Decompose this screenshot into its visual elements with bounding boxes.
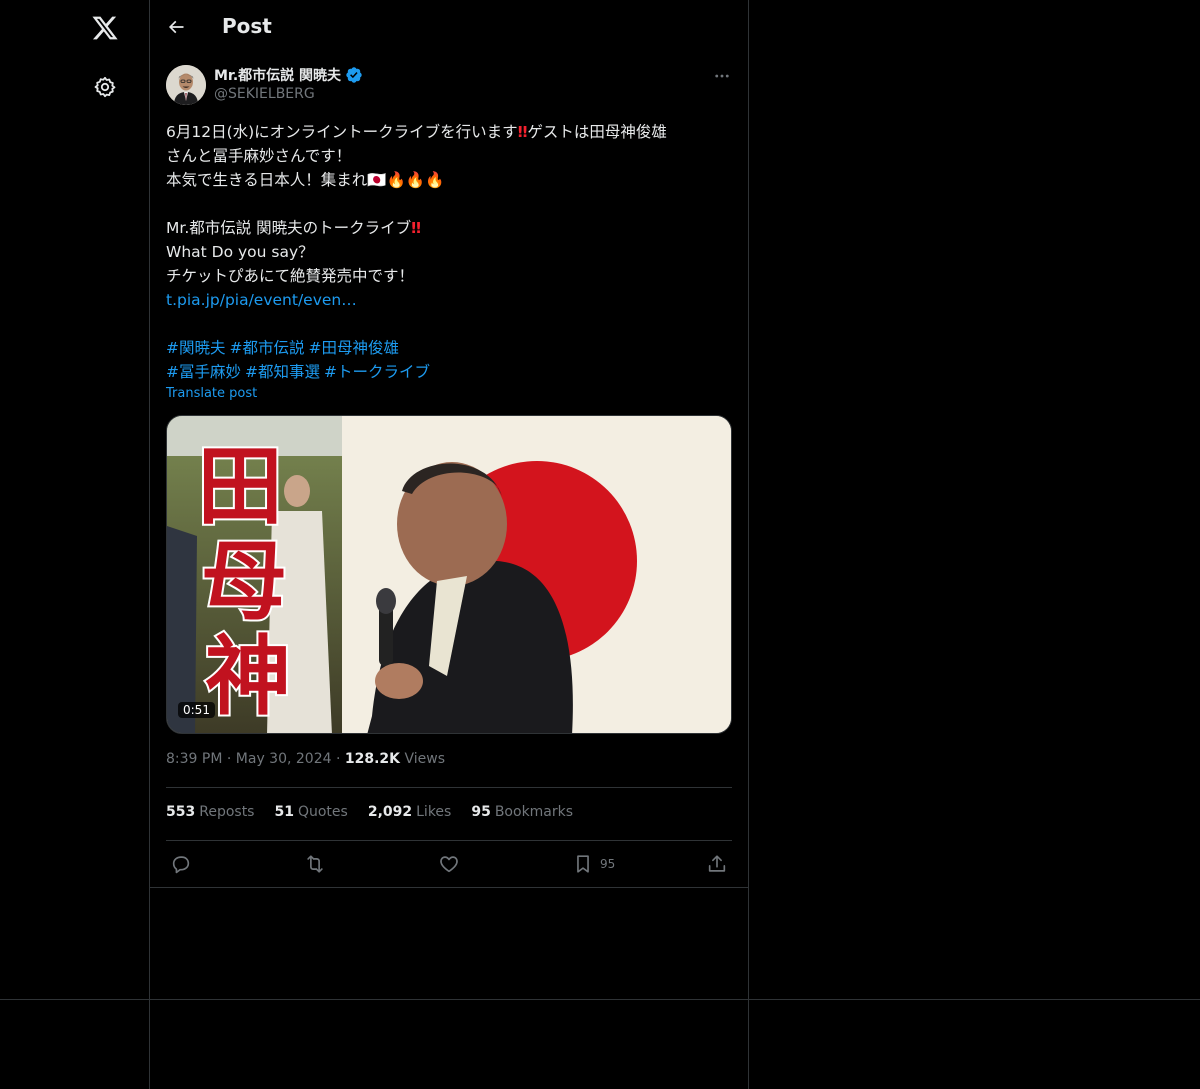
post-text-line: What Do you say？ (166, 243, 314, 261)
overlay-char: 田 (197, 436, 283, 537)
share-button[interactable] (706, 850, 728, 878)
x-logo-icon[interactable] (82, 5, 128, 51)
bookmarks-label: Bookmarks (494, 804, 574, 820)
author-name-row[interactable]: Mr.都市伝説 関暁夫 (214, 65, 363, 85)
page-header: Post (150, 0, 749, 54)
author-display-name[interactable]: Mr.都市伝説 関暁夫 (214, 65, 341, 85)
repost-icon (307, 855, 323, 873)
back-button[interactable] (158, 9, 194, 45)
post-text-segment: ゲストは田母神俊雄 (527, 123, 667, 141)
likes-count: 2,092 (367, 804, 413, 820)
left-nav (0, 0, 150, 1089)
post-text-segment: 本気で生きる日本人！集まれ (166, 171, 368, 189)
reply-button[interactable] (170, 850, 192, 878)
video-duration-badge: 0:51 (178, 702, 215, 718)
post-text-line: 本気で生きる日本人！集まれ🇯🇵🔥🔥🔥 (166, 168, 736, 192)
flag-fire-emoji: 🇯🇵🔥🔥🔥 (367, 171, 445, 189)
heart-icon (440, 856, 458, 873)
page-divider (0, 999, 1200, 1000)
post-bottom-border (150, 887, 749, 888)
gear-icon[interactable] (82, 64, 128, 110)
bookmarks-stat[interactable]: 95 Bookmarks (471, 804, 573, 820)
share-icon (708, 855, 726, 872)
page-title: Post (222, 14, 272, 38)
hashtag-row: #関暁夫 #都市伝説 #田母神俊雄 (166, 336, 736, 360)
ticket-link[interactable]: t.pia.jp/pia/event/even… (166, 288, 736, 312)
action-bar: 95 (150, 850, 749, 888)
translate-post-link[interactable]: Translate post (166, 386, 257, 401)
video-player[interactable]: 田 母 神 0:51 (166, 415, 732, 734)
quotes-stat[interactable]: 51 Quotes (274, 804, 347, 820)
reposts-stat[interactable]: 553 Reposts (166, 804, 254, 820)
post-text-line: Mr.都市伝説 関暁夫のトークライブ‼ (166, 216, 736, 240)
bookmark-button[interactable]: 95 (572, 850, 615, 878)
likes-label: Likes (416, 804, 452, 820)
overlay-char: 母 (201, 531, 287, 632)
repost-button[interactable] (304, 850, 326, 878)
quotes-label: Quotes (297, 804, 348, 820)
post-time[interactable]: 8:39 PM (166, 751, 222, 767)
arrow-left-icon (168, 20, 184, 34)
more-options-button[interactable] (708, 64, 736, 88)
hashtag-link[interactable]: #トークライブ (324, 363, 430, 381)
post-text-spacer (166, 192, 736, 216)
hashtag-row: #冨手麻妙 #都知事選 #トークライブ (166, 360, 736, 384)
hashtag-link[interactable]: #田母神俊雄 (309, 339, 400, 357)
bookmark-count: 95 (600, 857, 616, 871)
overlay-char: 神 (205, 626, 291, 727)
reposts-label: Reposts (199, 804, 255, 820)
post-text-line: 6月12日(水)にオンライントークライブを行います‼ゲストは田母神俊雄 (166, 120, 736, 144)
hashtag-link[interactable]: #冨手麻妙 (166, 363, 241, 381)
hashtag-link[interactable]: #都市伝説 (230, 339, 305, 357)
post-date[interactable]: May 30, 2024 (236, 751, 332, 767)
post-text-segment: Mr.都市伝説 関暁夫のトークライブ (166, 219, 412, 237)
avatar[interactable] (166, 65, 206, 105)
divider (166, 787, 732, 788)
meta-separator: · (226, 751, 236, 767)
hashtag-link[interactable]: #関暁夫 (166, 339, 226, 357)
double-exclamation-icon: ‼ (411, 219, 421, 237)
app-root: Post Mr.都市伝説 関暁夫 @SEKIELBERG 6月12日(水)にオン… (0, 0, 1200, 1089)
main-column: Post Mr.都市伝説 関暁夫 @SEKIELBERG 6月12日(水)にオン… (150, 0, 749, 1089)
double-exclamation-icon: ‼ (517, 123, 528, 141)
video-thumbnail: 田 母 神 (167, 416, 731, 733)
hashtag-link[interactable]: #都知事選 (245, 363, 320, 381)
reply-icon (172, 856, 190, 874)
meta-separator: · (335, 751, 345, 767)
post-text: 6月12日(水)にオンライントークライブを行います‼ゲストは田母神俊雄 さんと冨… (166, 120, 736, 312)
reposts-count: 553 (166, 804, 196, 820)
post-text-segment: 6月12日(水)にオンライントークライブを行います (166, 123, 518, 141)
bookmark-icon (577, 855, 589, 873)
more-horizontal-icon (715, 74, 729, 78)
like-button[interactable] (438, 850, 460, 878)
hashtags: #関暁夫 #都市伝説 #田母神俊雄 #冨手麻妙 #都知事選 #トークライブ (166, 336, 736, 384)
post-text-line: チケットぴあにて絶賛発売中です！ (166, 267, 415, 285)
post-meta: 8:39 PM · May 30, 2024 · 128.2K Views (166, 751, 445, 767)
bookmarks-count: 95 (471, 804, 491, 820)
likes-stat[interactable]: 2,092 Likes (368, 804, 452, 820)
views-count: 128.2K (344, 751, 401, 767)
divider (166, 840, 732, 841)
author-handle[interactable]: @SEKIELBERG (214, 86, 315, 102)
post-text-line: さんと冨手麻妙さんです！ (166, 147, 352, 165)
quotes-count: 51 (274, 804, 294, 820)
views-label: Views (404, 751, 446, 767)
verified-badge-icon (345, 66, 363, 84)
engagement-stats: 553 Reposts 51 Quotes 2,092 Likes 95 Bookmar… (166, 804, 573, 820)
